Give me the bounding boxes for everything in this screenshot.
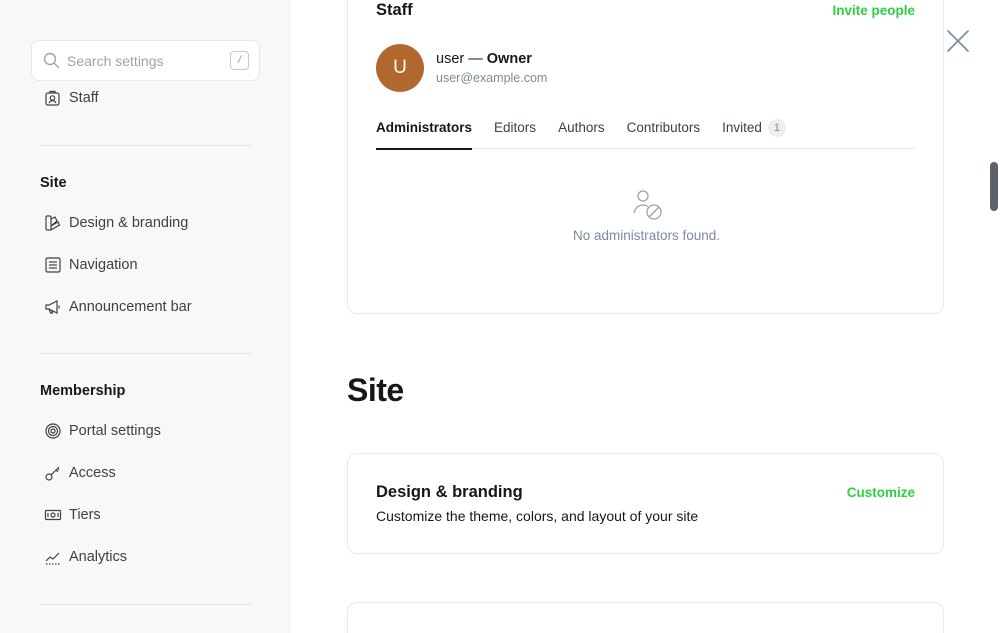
sidebar-item-label: Tiers <box>69 507 101 523</box>
settings-sidebar: / Staff Site Design & branding Navigatio… <box>0 0 291 633</box>
owner-row[interactable]: U user — Owner user@example.com <box>376 44 547 92</box>
sidebar-divider <box>40 604 251 605</box>
next-settings-card <box>347 602 944 633</box>
sidebar-item-label: Portal settings <box>69 423 161 439</box>
staff-card: Staff Invite people U user — Owner user@… <box>347 0 944 314</box>
sidebar-item-navigation[interactable]: Navigation <box>44 253 138 277</box>
search-box[interactable]: / <box>31 40 260 81</box>
tab-administrators[interactable]: Administrators <box>376 120 473 150</box>
staff-icon <box>44 89 62 107</box>
portal-icon <box>44 422 62 440</box>
sidebar-item-design-branding[interactable]: Design & branding <box>44 211 188 235</box>
staff-title: Staff <box>376 1 413 19</box>
sidebar-item-label: Access <box>69 465 116 481</box>
sidebar-item-label: Announcement bar <box>69 299 192 315</box>
avatar: U <box>376 44 424 92</box>
brush-icon <box>44 214 62 232</box>
sidebar-item-label: Design & branding <box>69 215 189 231</box>
sidebar-item-announcement-bar[interactable]: Announcement bar <box>44 295 192 319</box>
customize-button[interactable]: Customize <box>847 485 915 500</box>
list-icon <box>44 256 62 274</box>
key-icon <box>44 464 62 482</box>
scrollbar-thumb[interactable] <box>990 162 998 211</box>
design-branding-title: Design & branding <box>376 483 523 501</box>
user-blocked-icon <box>630 188 664 222</box>
search-input[interactable] <box>67 52 230 69</box>
sidebar-item-staff[interactable]: Staff <box>44 86 99 110</box>
tab-editors[interactable]: Editors <box>494 120 536 149</box>
sidebar-item-tiers[interactable]: Tiers <box>44 503 101 527</box>
site-section-heading: Site <box>347 372 404 408</box>
invite-people-button[interactable]: Invite people <box>832 3 915 18</box>
sidebar-item-portal-settings[interactable]: Portal settings <box>44 419 161 443</box>
chart-icon <box>44 548 62 566</box>
empty-state-text: No administrators found. <box>572 228 721 243</box>
empty-state: No administrators found. <box>348 188 945 243</box>
staff-tabs: Administrators Editors Authors Contribut… <box>376 119 915 150</box>
sidebar-section-membership: Membership <box>40 383 126 399</box>
sidebar-section-site: Site <box>40 175 67 191</box>
sidebar-divider <box>40 145 251 146</box>
sidebar-divider <box>40 353 251 354</box>
money-icon <box>44 506 62 524</box>
search-shortcut-badge: / <box>230 51 249 70</box>
sidebar-item-label: Staff <box>69 90 99 106</box>
design-branding-description: Customize the theme, colors, and layout … <box>376 508 699 524</box>
close-button[interactable] <box>945 29 971 58</box>
sidebar-item-analytics[interactable]: Analytics <box>44 545 127 569</box>
megaphone-icon <box>44 298 62 316</box>
search-icon <box>42 52 60 70</box>
tab-authors[interactable]: Authors <box>558 120 605 149</box>
tab-invited[interactable]: Invited 1 <box>722 119 786 149</box>
owner-email: user@example.com <box>436 71 548 85</box>
tab-contributors[interactable]: Contributors <box>627 120 701 149</box>
sidebar-item-label: Navigation <box>69 257 138 273</box>
close-icon <box>946 29 970 58</box>
owner-name: user — Owner <box>436 51 532 67</box>
sidebar-item-access[interactable]: Access <box>44 461 116 485</box>
design-branding-card: Design & branding Customize Customize th… <box>347 453 944 554</box>
invited-count-badge: 1 <box>767 119 786 137</box>
sidebar-item-label: Analytics <box>69 549 128 565</box>
